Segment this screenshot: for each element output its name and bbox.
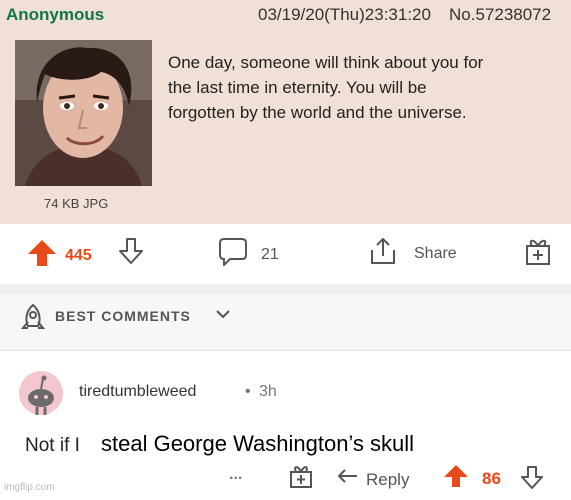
- comment-award-gift-icon[interactable]: [289, 463, 313, 494]
- post-action-bar: 445 21 Share: [0, 224, 571, 284]
- post-thumbnail[interactable]: [15, 40, 152, 186]
- upvote-arrow-icon: [26, 238, 58, 273]
- section-divider: [0, 284, 571, 294]
- comment-age: 3h: [259, 383, 277, 400]
- comment-text-edited: steal George Washington’s skull: [101, 431, 415, 456]
- chevron-down-icon: [215, 307, 231, 326]
- comment-separator: •: [245, 383, 251, 400]
- sort-label: BEST COMMENTS: [55, 308, 191, 324]
- post-datetime: 03/19/20(Thu)23:31:20: [258, 5, 431, 24]
- rocket-icon: [18, 302, 48, 339]
- comment-bubble-icon: [218, 236, 248, 273]
- gift-icon: [524, 236, 552, 271]
- comment-text-original: Not if I: [25, 435, 80, 456]
- file-info: 74 KB JPG: [44, 196, 109, 211]
- comment-username[interactable]: tiredtumbleweed: [79, 383, 196, 401]
- reply-arrow-icon: [336, 467, 360, 492]
- post-card: Anonymous 03/19/20(Thu)23:31:20 No.57238…: [0, 0, 571, 224]
- sort-comments-bar[interactable]: BEST COMMENTS: [0, 294, 571, 350]
- comments-button[interactable]: 21: [218, 236, 279, 273]
- post-line: One day, someone will think about you fo…: [168, 53, 484, 72]
- watermark: imgflip.com: [4, 482, 55, 493]
- more-options-icon[interactable]: ...: [229, 466, 242, 484]
- face-photo-illustration: [15, 40, 152, 186]
- upvote-arrow-icon: [442, 463, 470, 494]
- downvote-button[interactable]: [117, 236, 145, 271]
- avatar[interactable]: [19, 371, 63, 420]
- upvote-button[interactable]: 445: [26, 238, 92, 273]
- post-line: forgotten by the world and the universe.: [168, 103, 467, 122]
- reply-button[interactable]: Reply: [336, 467, 409, 492]
- share-icon: [368, 236, 398, 271]
- comment-downvote-arrow-icon[interactable]: [520, 464, 544, 495]
- post-line: the last time in eternity. You will be: [168, 78, 427, 97]
- post-header: Anonymous 03/19/20(Thu)23:31:20 No.57238…: [6, 4, 571, 28]
- award-button[interactable]: [524, 236, 552, 271]
- poster-name: Anonymous: [6, 5, 105, 24]
- share-label: Share: [414, 244, 457, 262]
- downvote-arrow-icon: [117, 236, 145, 271]
- share-button[interactable]: Share: [368, 236, 457, 271]
- comment-upvote-button[interactable]: 86: [442, 463, 501, 494]
- comment: tiredtumbleweed • 3h Not if I steal Geor…: [0, 351, 571, 500]
- post-body: One day, someone will think about you fo…: [168, 50, 563, 125]
- post-number[interactable]: No.57238072: [449, 5, 551, 25]
- comment-count: 21: [261, 245, 279, 263]
- reply-label: Reply: [366, 469, 410, 489]
- comment-vote-count: 86: [482, 468, 501, 488]
- upvote-count: 445: [65, 246, 92, 264]
